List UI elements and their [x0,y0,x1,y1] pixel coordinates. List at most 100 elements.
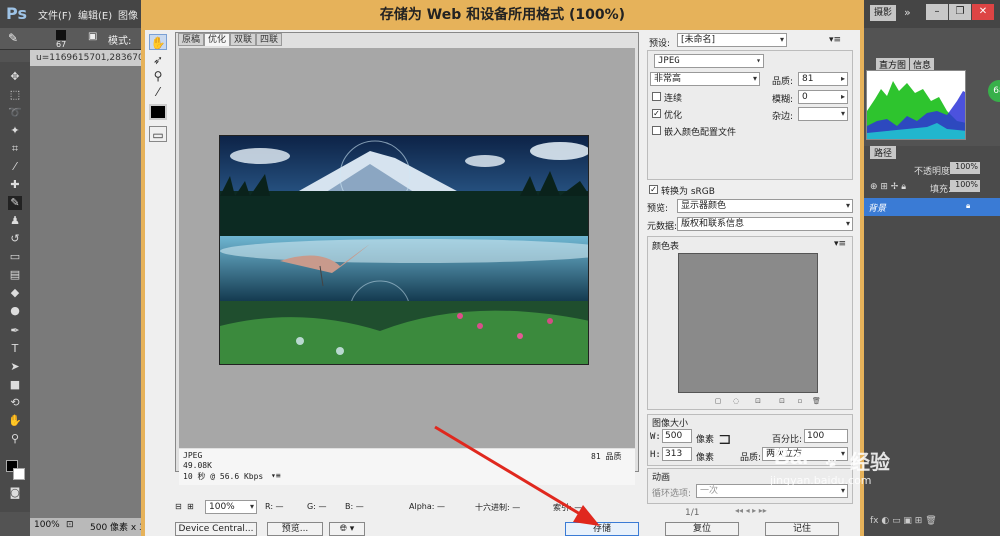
optimized-label: 优化 [664,111,683,121]
healing-tool-icon[interactable]: ✚ [8,178,22,192]
settings-menu-icon[interactable]: ▾≡ [829,35,841,45]
restore-icon[interactable]: ❐ [949,4,971,20]
map-color-icon[interactable]: ▢ [714,397,722,405]
convert-srgb-checkbox[interactable]: ✓ [649,185,658,194]
close-icon[interactable]: ✕ [972,4,994,20]
expand-chevron-icon[interactable]: » [904,6,911,19]
format-select[interactable]: JPEG ▾ [654,54,764,68]
new-color-icon[interactable]: ▫ [796,397,804,405]
progressive-checkbox[interactable] [652,92,661,101]
tab-4up[interactable]: 四联 [256,33,283,46]
history-brush-icon[interactable]: ↺ [8,232,22,246]
status-dims: 500 像素 x 3 [90,523,145,533]
delete-color-icon[interactable]: 🗑︎ [812,397,821,405]
color-table-menu-icon[interactable]: ▾≡ [834,239,846,249]
eraser-tool-icon[interactable]: ▭ [8,250,22,264]
preview-area[interactable] [179,48,635,448]
zoom-plus-icon[interactable]: ⊞ [187,502,194,511]
status-zoom[interactable]: 100% [34,520,60,530]
brush-panel-icon[interactable]: ▣ [88,31,97,42]
layer-footer-icons[interactable]: fx ◐ ▭ ▣ ⊞ 🗑︎ [870,516,937,526]
lock-color-icon[interactable]: ⊡ [754,397,762,405]
path-select-icon[interactable]: ➤ [8,360,22,374]
optimized-checkbox[interactable]: ✓ [652,109,661,118]
lasso-tool-icon[interactable]: ➰ [8,106,22,120]
workspace-badge[interactable]: 摄影 [870,5,896,21]
tab-original[interactable]: 原稿 [178,33,205,46]
color-table-label: 颜色表 [652,242,680,252]
save-button[interactable]: 存储 [565,522,639,536]
metadata-select[interactable]: 版权和联系信息 ▾ [677,217,853,231]
eyedropper-tool-icon[interactable]: ⁄ [8,160,22,174]
crop-tool-icon[interactable]: ⌗ [8,142,22,156]
percent-input[interactable]: 100 [804,429,848,443]
menu-file[interactable]: 文件(F) [38,7,72,22]
dodge-tool-icon[interactable]: ● [8,304,22,318]
dialog-body: ✋ ➶ ⚲ ⁄ ▭ 原稿 优化 双联 四联 JPEG 49.08K 10 秒 @… [145,30,860,536]
browser-select[interactable]: 🌐︎ ▾ [329,522,365,536]
stamp-tool-icon[interactable]: ♟ [8,214,22,228]
fill-input[interactable]: 100% [950,180,980,192]
marquee-tool-icon[interactable]: ⬚ [8,88,22,102]
quality-preset-select[interactable]: 非常高 ▾ [650,72,760,86]
blur-tool-icon[interactable]: ◆ [8,286,22,300]
eyedropper-add-icon[interactable]: ⊡ [778,397,786,405]
preview-info: JPEG 49.08K 10 秒 @ 56.6 Kbps ▾≡ 81 品质 [179,449,635,485]
eyedropper-color-swatch[interactable] [149,104,167,120]
quick-mask-icon[interactable]: ◙ [8,486,22,500]
opacity-input[interactable]: 100% [950,162,980,174]
shape-tool-icon[interactable]: ■ [8,378,22,392]
embed-profile-checkbox[interactable] [652,126,661,135]
preview-status-bar: ⊟ ⊞ 100% ▾ R: — G: — B: — Alpha: — 十六进制: … [175,500,639,516]
document-tab[interactable]: u=1169615701,2836702 [30,50,150,66]
zoom-tool-icon[interactable]: ⚲ [8,432,22,446]
blur-input[interactable]: 0 ▸ [798,90,848,104]
dialog-title: 存储为 Web 和设备所用格式 (100%) [379,7,626,23]
device-central-button[interactable]: Device Central... [175,522,257,536]
brush-preset-icon[interactable] [56,30,66,40]
brush-tool-active-icon[interactable]: ✎ [8,196,22,210]
gradient-tool-icon[interactable]: ▤ [8,268,22,282]
watermark-url: jingyan.baidu.com [770,474,872,487]
menu-image[interactable]: 图像 [118,7,138,22]
quality-input[interactable]: 81 ▸ [798,72,848,86]
zoom-select[interactable]: 100% ▾ [205,500,257,514]
tab-2up[interactable]: 双联 [230,33,257,46]
preview-button[interactable]: 预览... [267,522,323,536]
constrain-link-icon[interactable]: ⊐ [718,431,731,447]
layer-row-background[interactable]: 背景 🔒︎ [862,198,1000,216]
height-input[interactable]: 313 [662,447,692,461]
zoom-tool-icon[interactable]: ⚲ [149,68,167,84]
background-color-swatch[interactable] [13,468,25,480]
eyedropper-icon[interactable]: ⁄ [149,84,167,100]
pen-tool-icon[interactable]: ✒ [8,324,22,338]
hand-tool-icon[interactable]: ✋ [149,34,167,50]
menu-edit[interactable]: 编辑(E) [78,7,112,22]
type-tool-icon[interactable]: T [8,342,22,356]
move-tool-icon[interactable]: ✥ [8,70,22,84]
matte-select[interactable]: ▾ [798,107,848,121]
preview-image [219,135,589,365]
color-table-grid[interactable] [678,253,818,393]
preview-mode-select[interactable]: 显示器颜色 ▾ [677,199,853,213]
brush-tool-icon[interactable]: ✎ [8,31,18,45]
toggle-slices-icon[interactable]: ▭ [149,126,167,142]
web-shift-icon[interactable]: ◌ [732,397,740,405]
tab-paths[interactable]: 路径 [870,146,897,159]
zoom-minus-icon[interactable]: ⊟ [175,502,182,511]
layer-lock-icons[interactable]: ⊕ ⊞ ✢ 🔒︎ [870,182,906,192]
download-speed-menu-icon[interactable]: ▾≡ [271,471,281,480]
width-input[interactable]: 500 [662,429,692,443]
hand-tool-icon[interactable]: ✋ [8,414,22,428]
3d-rotate-icon[interactable]: ⟲ [8,396,22,410]
minimize-icon[interactable]: – [926,4,948,20]
slice-select-icon[interactable]: ➶ [149,52,167,68]
preview-mode-label: 预览: [647,204,669,214]
index-value: 索引: — [553,503,583,512]
preview-frame: 原稿 优化 双联 四联 JPEG 49.08K 10 秒 @ 56.6 Kbps… [175,32,639,485]
frame-controls[interactable]: ◂◂ ◂ ▸ ▸▸ [735,506,853,518]
tab-optimized[interactable]: 优化 [204,33,231,46]
r-value: R: — [265,502,284,511]
preset-select[interactable]: [未命名] ▾ [677,33,787,47]
quick-select-icon[interactable]: ✦ [8,124,22,138]
